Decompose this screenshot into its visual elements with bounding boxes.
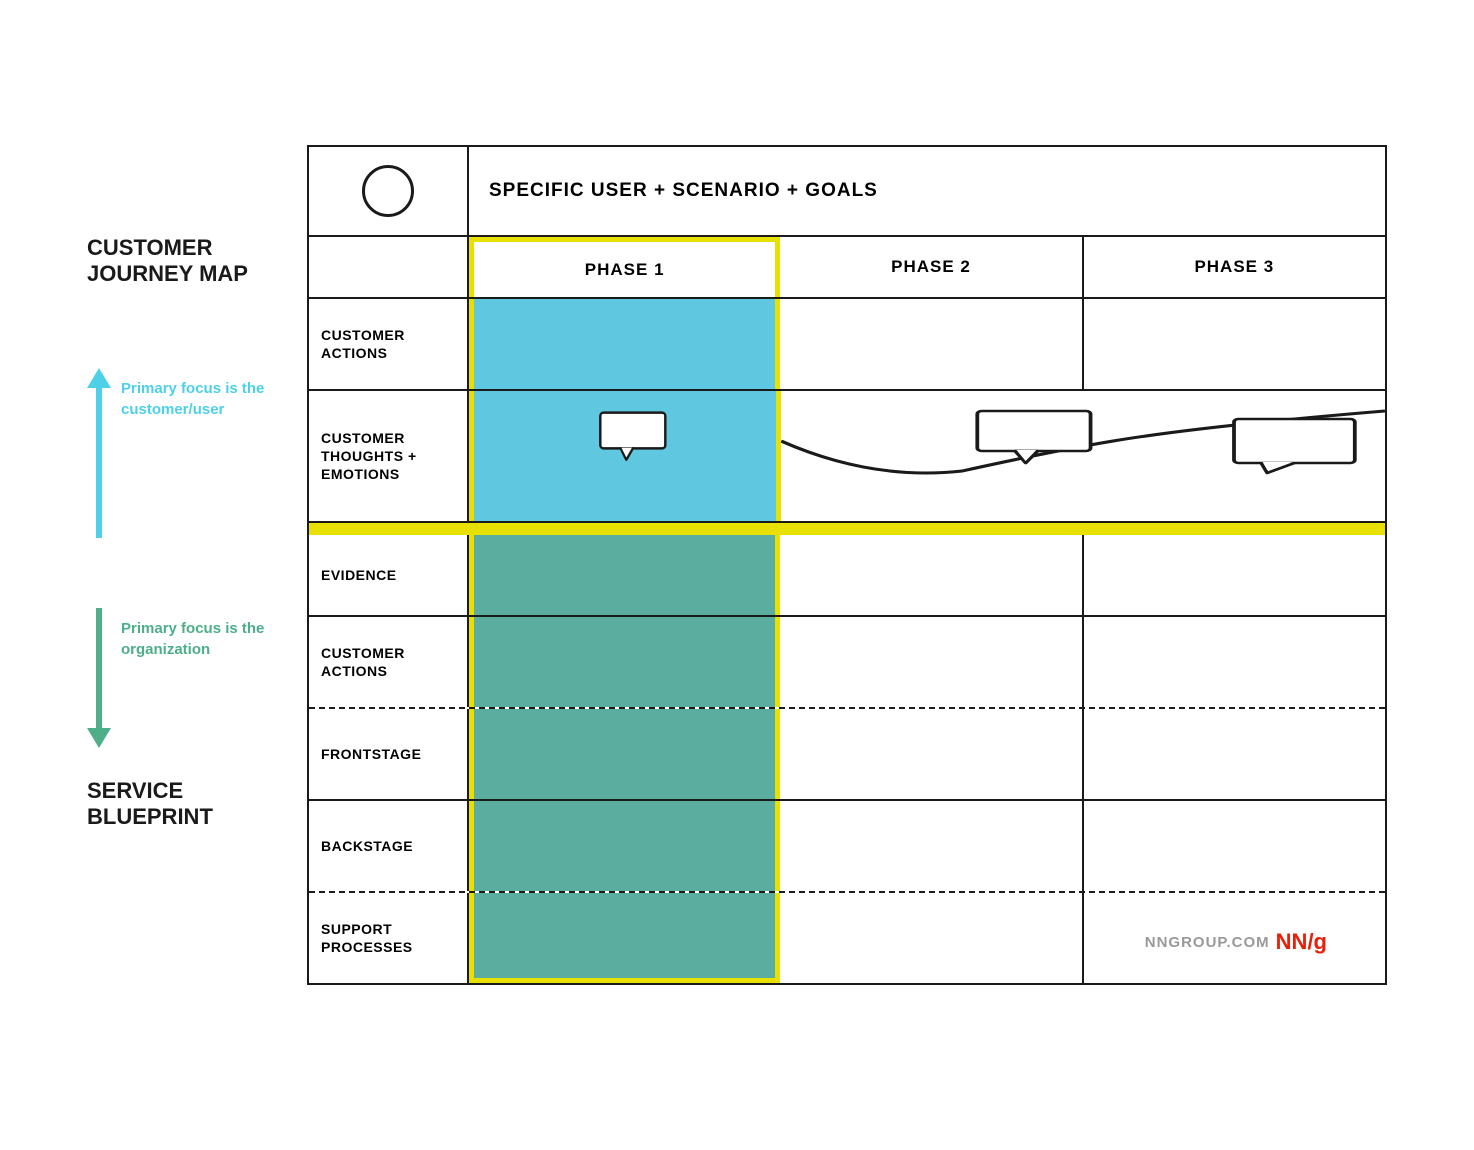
backstage-phase2: [780, 801, 1083, 891]
cjm-actions-phase2: [780, 299, 1083, 389]
customer-thoughts-label: CUSTOMER THOUGHTS + EMOTIONS: [309, 391, 469, 521]
primary-focus-org-text: Primary focus is the organization: [121, 618, 307, 660]
customer-focus-section: Primary focus is the customer/user: [87, 368, 307, 538]
user-icon-cell: [309, 147, 469, 235]
diagram-wrapper: SPECIFIC USER + SCENARIO + GOALS PHASE 1…: [307, 145, 1387, 985]
speech-bubble-1: [595, 411, 695, 476]
thoughts-phase1: [469, 391, 781, 521]
sb-customer-actions-label: CUSTOMER ACTIONS: [309, 617, 469, 707]
journey-curve-svg: [781, 391, 1385, 521]
support-phase1: [469, 893, 780, 983]
branding: NNGROUP.COM NN/g: [1145, 929, 1327, 955]
sb-actions-phase3: [1084, 617, 1385, 707]
cjm-actions-phase1: [469, 299, 780, 389]
sb-row-backstage: BACKSTAGE: [309, 801, 1385, 893]
cjm-actions-phase3: [1084, 299, 1385, 389]
branding-logo: NN/g: [1276, 929, 1327, 955]
customer-actions-label: CUSTOMER ACTIONS: [309, 299, 469, 389]
header-row: SPECIFIC USER + SCENARIO + GOALS: [309, 147, 1385, 237]
frontstage-label: FRONTSTAGE: [309, 709, 469, 799]
support-processes-label: SUPPORT PROCESSES: [309, 893, 469, 983]
phases-row-empty: [309, 237, 469, 297]
header-title: SPECIFIC USER + SCENARIO + GOALS: [469, 147, 1385, 235]
branding-site: NNGROUP.COM: [1145, 934, 1270, 951]
thoughts-phase2-3: [781, 391, 1385, 521]
service-blueprint-title-label: SERVICE BLUEPRINT: [87, 778, 307, 831]
evidence-phase3: [1084, 535, 1385, 615]
backstage-phase1: [469, 801, 780, 891]
evidence-label: EVIDENCE: [309, 535, 469, 615]
user-circle-icon: [362, 165, 414, 217]
main-diagram: SPECIFIC USER + SCENARIO + GOALS PHASE 1…: [307, 145, 1387, 985]
cjm-row-thoughts: CUSTOMER THOUGHTS + EMOTIONS: [309, 391, 1385, 523]
sb-row-customer-actions: CUSTOMER ACTIONS: [309, 617, 1385, 709]
arrow-up-icon: [87, 368, 111, 388]
backstage-label: BACKSTAGE: [309, 801, 469, 891]
org-focus-section: Primary focus is the organization: [87, 608, 307, 748]
sb-actions-phase2: [780, 617, 1083, 707]
sb-row-frontstage: FRONTSTAGE: [309, 709, 1385, 801]
cjm-title-label: CUSTOMER JOURNEY MAP: [87, 235, 307, 288]
backstage-phase3: [1084, 801, 1385, 891]
phase1-header: PHASE 1: [469, 237, 780, 297]
frontstage-phase1: [469, 709, 780, 799]
evidence-phase2: [780, 535, 1083, 615]
left-labels: CUSTOMER JOURNEY MAP Primary focus is th…: [87, 235, 307, 831]
frontstage-phase2: [780, 709, 1083, 799]
cjm-row-actions: CUSTOMER ACTIONS: [309, 299, 1385, 391]
phase3-header: PHASE 3: [1084, 237, 1385, 297]
spacer: [87, 538, 307, 588]
primary-focus-customer-text: Primary focus is the customer/user: [121, 378, 307, 420]
support-phase2: [780, 893, 1083, 983]
phases-row: PHASE 1 PHASE 2 PHASE 3: [309, 237, 1385, 299]
evidence-phase1: [469, 535, 780, 615]
yellow-horizontal-band: [309, 523, 1385, 535]
sb-row-evidence: EVIDENCE: [309, 535, 1385, 617]
sb-actions-phase1: [469, 617, 780, 707]
phase2-header: PHASE 2: [780, 237, 1083, 297]
arrow-down-icon: [87, 728, 111, 748]
frontstage-phase3: [1084, 709, 1385, 799]
